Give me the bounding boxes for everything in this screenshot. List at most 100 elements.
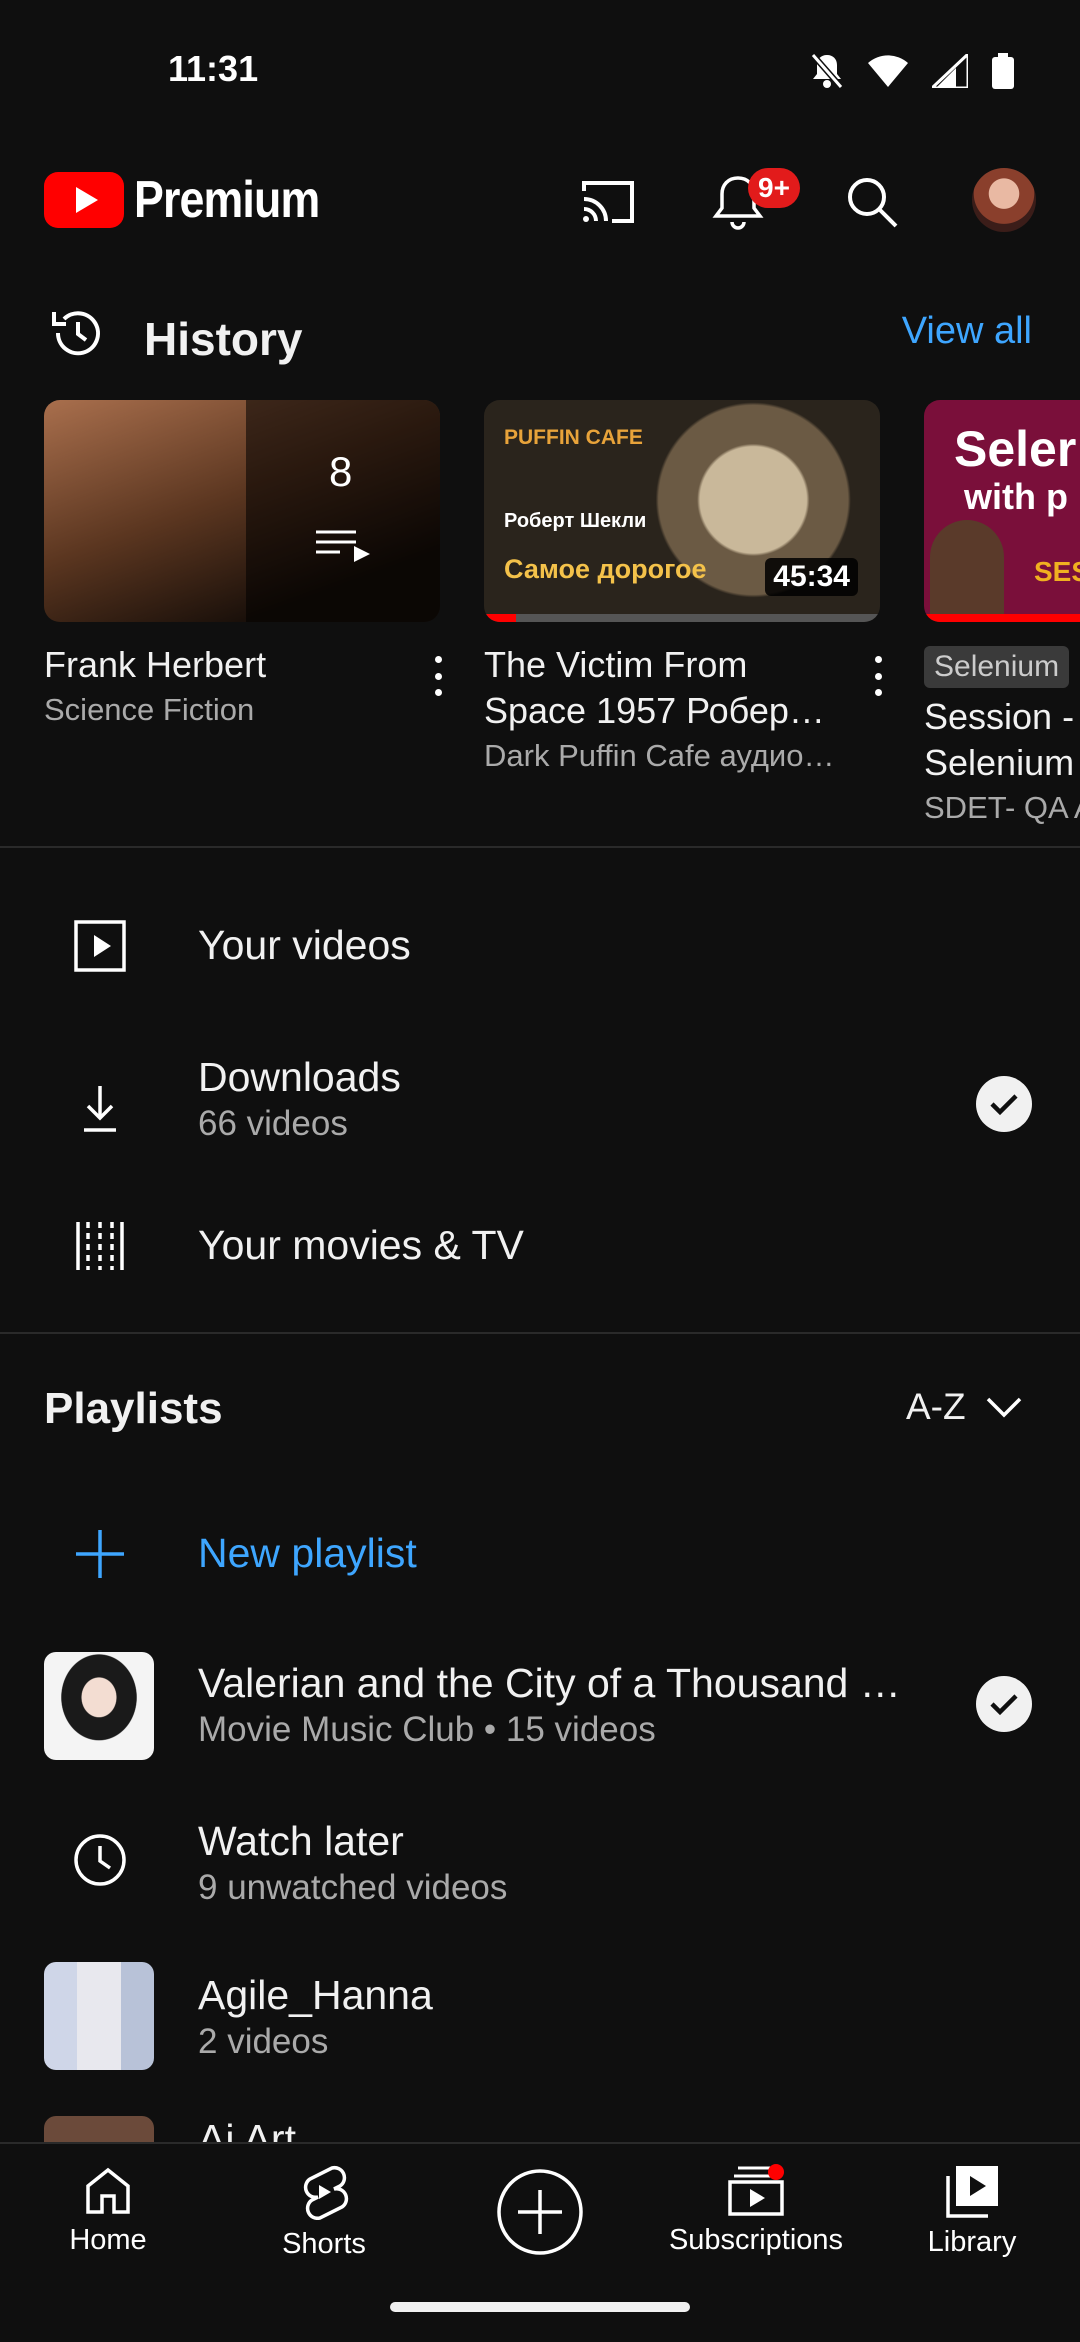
downloaded-check-icon [976,1676,1032,1732]
video-duration: 45:34 [765,558,858,596]
playlist-item[interactable]: Watch later 9 unwatched videos [0,1808,1080,1918]
row-subtitle: 66 videos [198,1104,348,1143]
search-icon [848,178,898,228]
downloaded-check-icon [976,1076,1032,1132]
card-title-line1: The Victim From [484,644,748,685]
downloads-row[interactable]: Downloads 66 videos [0,1040,1080,1190]
row-icon-wrap [64,910,136,982]
new-playlist-label: New playlist [198,1530,417,1576]
card-title: The Victim From Space 1957 Робер… [484,642,844,734]
home-icon [86,2167,130,2214]
row-icon-wrap [64,1518,136,1590]
your-videos-row[interactable]: Your videos [0,880,1080,1010]
thumb-line1: Seler [954,421,1077,477]
row-title: Your movies & TV [198,1222,524,1268]
more-options-icon[interactable] [873,656,883,696]
plus-circle-icon [497,2169,583,2255]
notification-badge: 9+ [748,168,800,208]
nav-label: Subscriptions [668,2224,844,2256]
playlist-thumbnail [44,2116,154,2142]
playlist-subtitle: Movie Music Club • 15 videos [198,1710,656,1749]
history-card-playlist[interactable]: 8 Frank Herbert Science Fiction [44,400,443,728]
playlist-queue-icon [316,530,370,562]
card-title-line1: Session - [924,696,1075,737]
search-button[interactable] [840,170,904,234]
card-title-line2: Space 1957 Робер… [484,690,825,731]
sort-label: A-Z [906,1386,966,1427]
topic-badge: Selenium [924,646,1070,688]
playlist-title: Watch later [198,1818,404,1864]
play-square-icon [74,920,126,972]
nav-subscriptions[interactable]: Subscriptions [656,2164,856,2257]
row-icon-wrap [64,1824,136,1896]
watch-progress-fill [484,614,516,622]
history-title: History [144,313,303,365]
status-icons [810,52,1014,90]
history-icon [52,311,100,356]
thumb-brand: PUFFIN CAFE [504,426,643,449]
cast-button[interactable] [576,170,640,234]
brand-text: Premium [134,171,320,229]
clock-icon [74,1834,126,1886]
nav-label: Home [69,2224,147,2256]
playlist-thumbnail [44,1962,154,2070]
history-card-video[interactable]: PUFFIN CAFE Роберт Шекли Самое дорогое 4… [484,400,883,774]
thumb-line2: with p [964,476,1068,517]
card-title: Session - Selenium [924,694,1080,786]
youtube-logo-icon [44,172,124,228]
video-thumbnail: PUFFIN CAFE Роберт Шекли Самое дорогое 4… [484,400,880,622]
card-subtitle: Dark Puffin Cafe аудио… [484,738,835,773]
playlist-title: Agile_Hanna [198,1972,433,2018]
playlists-title: Playlists [44,1384,223,1433]
nav-library[interactable]: Library [872,2164,1072,2259]
battery-icon [992,53,1014,89]
view-all-link[interactable]: View all [902,310,1032,353]
history-card-video[interactable]: Seler with p SES Selenium Session - Sele… [924,400,1080,826]
thumb-tag: SES [1034,556,1080,587]
section-divider [0,846,1080,848]
nav-label: Shorts [282,2228,366,2260]
thumb-author: Роберт Шекли [504,510,647,532]
card-subtitle: Science Fiction [44,692,255,727]
signal-icon [932,54,968,88]
status-bar: 11:31 [0,0,1080,140]
bell-muted-icon [810,53,844,89]
movies-tv-row[interactable]: Your movies & TV [0,1180,1080,1310]
create-button[interactable] [496,2168,584,2256]
subscriptions-icon [728,2164,784,2216]
section-divider [0,1332,1080,1334]
watch-progress-track [484,614,880,622]
wifi-icon [868,55,908,87]
chevron-down-icon [986,1397,1021,1418]
playlist-title: Valerian and the City of a Thousand … [198,1660,901,1706]
row-title: Your videos [198,922,411,968]
nav-home[interactable]: Home [8,2164,208,2257]
gesture-home-bar[interactable] [390,2302,690,2312]
playlist-subtitle: 2 videos [198,2022,329,2061]
playlist-item[interactable]: Ai Art [0,2112,1080,2142]
sort-dropdown[interactable]: A-Z [906,1386,1022,1428]
video-thumbnail: Seler with p SES [924,400,1080,622]
playlist-item[interactable]: Valerian and the City of a Thousand … Mo… [0,1650,1080,1760]
playlist-subtitle: 9 unwatched videos [198,1868,508,1907]
status-time: 11:31 [168,48,259,89]
row-title: Downloads [198,1054,401,1100]
playlist-thumbnail [44,1652,154,1760]
watch-progress-fill [924,614,1080,622]
row-icon-wrap [64,1210,136,1282]
download-icon [84,1086,116,1132]
playlist-title: Ai Art [198,2116,296,2142]
account-avatar[interactable] [972,168,1036,232]
cast-icon [582,181,634,223]
nav-shorts[interactable]: Shorts [224,2164,424,2261]
playlist-item[interactable]: Agile_Hanna 2 videos [0,1962,1080,2072]
thumb-caption: Самое дорогое [504,554,707,584]
film-icon [76,1222,124,1270]
more-options-icon[interactable] [433,656,443,696]
nav-label: Library [927,2226,1017,2258]
youtube-premium-logo[interactable]: Premium [44,170,350,230]
new-playlist-row[interactable]: New playlist [0,1500,1080,1610]
presenter-image [930,520,1004,622]
row-icon-wrap [64,1072,136,1144]
plus-icon [76,1530,124,1578]
